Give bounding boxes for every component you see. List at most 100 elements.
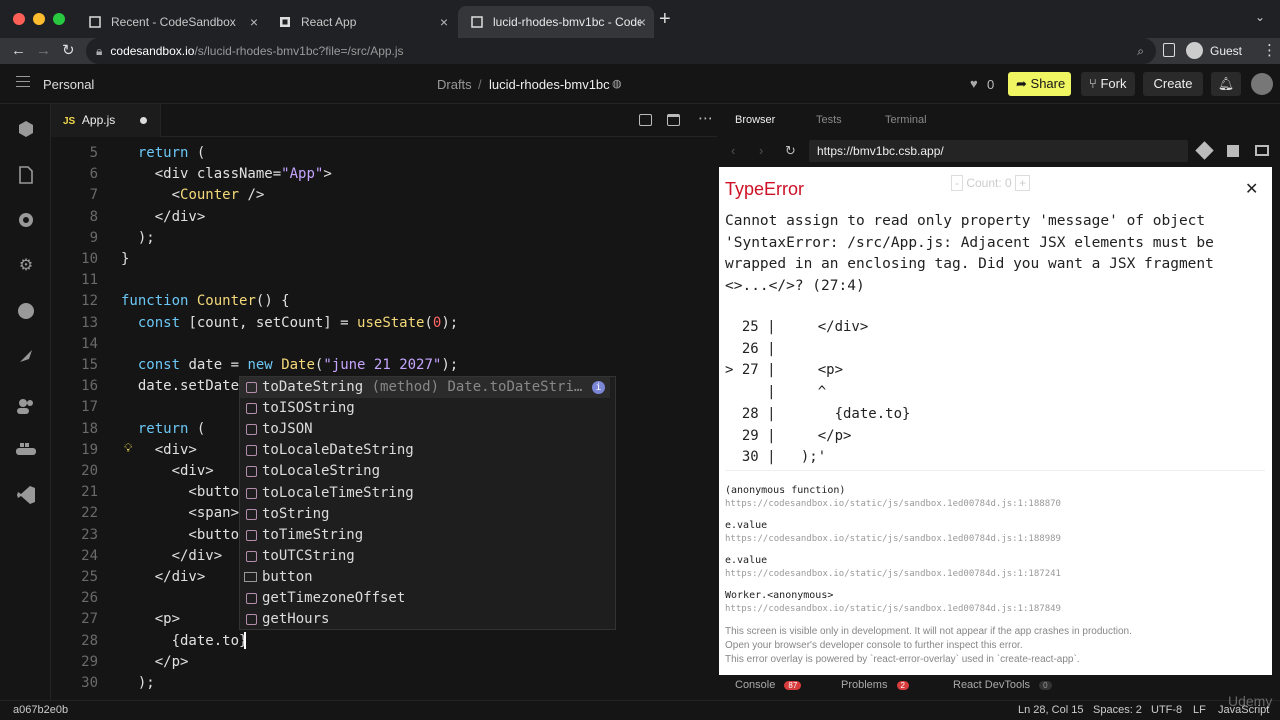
- suggestion-item[interactable]: getHours: [240, 609, 610, 630]
- rocket-icon[interactable]: [15, 345, 37, 367]
- suggestion-item[interactable]: toUTCString: [240, 546, 610, 567]
- suggestion-item[interactable]: toString: [240, 504, 610, 525]
- line-code[interactable]: <p>: [121, 609, 180, 630]
- eol[interactable]: LF: [1193, 704, 1206, 716]
- zoom-icon[interactable]: ⌕: [1137, 38, 1144, 64]
- code-line[interactable]: 5 return (: [51, 143, 717, 164]
- back-icon[interactable]: ‹: [731, 143, 735, 158]
- search-icon[interactable]: [15, 209, 37, 231]
- line-code[interactable]: <span>: [121, 503, 239, 524]
- line-code[interactable]: <Counter />: [121, 185, 265, 206]
- info-icon[interactable]: i: [592, 381, 605, 394]
- more-actions-icon[interactable]: ⋯: [698, 109, 713, 127]
- line-code[interactable]: return (: [121, 143, 205, 164]
- unsaved-dot-icon[interactable]: [140, 117, 147, 124]
- close-tab-icon[interactable]: ×: [638, 14, 646, 30]
- back-icon[interactable]: ←: [11, 42, 26, 59]
- stack-frame-url[interactable]: https://codesandbox.io/static/js/sandbox…: [725, 569, 1061, 579]
- indentation[interactable]: Spaces: 2: [1093, 704, 1142, 716]
- code-line[interactable]: 12 function Counter() {: [51, 291, 717, 312]
- suggestion-item[interactable]: toJSON: [240, 419, 610, 440]
- react-devtools-tab[interactable]: React DevTools 0: [953, 679, 1052, 691]
- code-line[interactable]: 14: [51, 334, 717, 355]
- code-line[interactable]: 9 );: [51, 228, 717, 249]
- new-tab-icon[interactable]: +: [659, 8, 671, 31]
- line-code[interactable]: );: [121, 673, 155, 694]
- close-icon[interactable]: ✕: [1245, 179, 1258, 199]
- stack-frame-url[interactable]: https://codesandbox.io/static/js/sandbox…: [725, 604, 1061, 614]
- workspace-name[interactable]: Personal: [43, 77, 94, 92]
- line-code[interactable]: const [count, setCount] = useState(0);: [121, 313, 458, 334]
- users-icon[interactable]: [15, 395, 37, 417]
- profile-avatar[interactable]: [1186, 42, 1203, 59]
- stack-frame-url[interactable]: https://codesandbox.io/static/js/sandbox…: [725, 499, 1061, 509]
- heart-icon[interactable]: ♥: [970, 76, 978, 91]
- line-code[interactable]: <div className="App">: [121, 164, 332, 185]
- console-tab[interactable]: Console 87: [735, 679, 802, 691]
- suggestion-item[interactable]: toISOString: [240, 398, 610, 419]
- close-window-icon[interactable]: [13, 13, 25, 25]
- new-window-icon[interactable]: [1227, 145, 1239, 157]
- autocomplete-widget[interactable]: toDateString (method) Date.toDateStri… i t…: [239, 376, 616, 630]
- editor-tab-app-js[interactable]: JS App.js: [51, 104, 161, 137]
- code-line[interactable]: 10}: [51, 249, 717, 270]
- tab-tests[interactable]: Tests: [816, 114, 842, 126]
- sandbox-name[interactable]: lucid-rhodes-bmv1bc: [489, 77, 610, 92]
- line-code[interactable]: </div>: [121, 207, 206, 228]
- line-code[interactable]: function Counter() {: [121, 291, 290, 312]
- profile-name[interactable]: Guest: [1210, 44, 1242, 58]
- github-icon[interactable]: [15, 300, 37, 322]
- file-icon[interactable]: [15, 164, 37, 186]
- code-line[interactable]: 29 </p>: [51, 652, 717, 673]
- code-line[interactable]: 15 const date = new Date("june 21 2027")…: [51, 355, 717, 376]
- lightbulb-icon[interactable]: 💡︎: [124, 441, 132, 456]
- suggestion-item[interactable]: toLocaleString: [240, 461, 610, 482]
- fork-button[interactable]: ⑂ Fork: [1081, 72, 1135, 96]
- sidebar-toggle-icon[interactable]: [1163, 43, 1175, 57]
- suggestion-item[interactable]: toLocaleTimeString: [240, 483, 610, 504]
- menu-icon[interactable]: [16, 76, 30, 87]
- browser-tab-react-app[interactable]: React App ×: [266, 6, 456, 38]
- fullscreen-icon[interactable]: [1195, 141, 1214, 160]
- open-preview-icon[interactable]: [667, 114, 680, 126]
- layout-icon[interactable]: [1255, 145, 1269, 156]
- share-button[interactable]: ➦ Share: [1008, 72, 1071, 96]
- create-button[interactable]: Create: [1143, 72, 1203, 96]
- tab-search-icon[interactable]: ⌄: [1255, 10, 1265, 24]
- code-line[interactable]: 30 );: [51, 673, 717, 694]
- line-code[interactable]: );: [121, 228, 155, 249]
- cursor-position[interactable]: Ln 28, Col 15: [1018, 704, 1083, 716]
- line-code[interactable]: {date.to}: [121, 631, 248, 652]
- code-line[interactable]: 13 const [count, setCount] = useState(0)…: [51, 313, 717, 334]
- reload-icon[interactable]: ↻: [62, 41, 75, 59]
- maximize-window-icon[interactable]: [53, 13, 65, 25]
- refresh-icon[interactable]: ↻: [785, 143, 796, 159]
- close-tab-icon[interactable]: ×: [440, 14, 448, 30]
- code-editor[interactable]: JS App.js ⋯ 5 return (6 <div className="…: [51, 104, 717, 700]
- suggestion-item[interactable]: toLocaleDateString: [240, 440, 610, 461]
- line-code[interactable]: <div>: [121, 461, 214, 482]
- suggestion-item[interactable]: getTimezoneOffset: [240, 588, 610, 609]
- line-code[interactable]: return (: [121, 419, 205, 440]
- preview-url-input[interactable]: https://bmv1bc.csb.app/: [809, 140, 1188, 162]
- docker-icon[interactable]: [15, 438, 37, 460]
- cube-icon[interactable]: [15, 118, 37, 140]
- split-editor-icon[interactable]: [639, 114, 652, 126]
- avatar[interactable]: [1251, 73, 1273, 95]
- close-tab-icon[interactable]: ×: [250, 14, 258, 30]
- breadcrumb-drafts[interactable]: Drafts: [437, 77, 472, 92]
- tab-terminal[interactable]: Terminal: [885, 114, 927, 126]
- forward-icon[interactable]: →: [36, 42, 51, 59]
- encoding[interactable]: UTF-8: [1151, 704, 1182, 716]
- line-code[interactable]: const date = new Date("june 21 2027");: [121, 355, 458, 376]
- browser-tab-sandbox[interactable]: lucid-rhodes-bmv1bc - CodeS ×: [458, 6, 654, 38]
- browser-menu-icon[interactable]: ⋮: [1262, 41, 1277, 59]
- code-line[interactable]: 6 <div className="App">: [51, 164, 717, 185]
- code-line[interactable]: 7 <Counter />: [51, 185, 717, 206]
- forward-icon[interactable]: ›: [759, 143, 763, 158]
- problems-tab[interactable]: Problems 2: [841, 679, 909, 691]
- suggestion-item[interactable]: toDateString (method) Date.toDateStri… i: [240, 377, 610, 398]
- code-line[interactable]: 11: [51, 270, 717, 291]
- line-code[interactable]: date.setDate: [121, 376, 239, 397]
- code-line[interactable]: 28 {date.to}: [51, 631, 717, 652]
